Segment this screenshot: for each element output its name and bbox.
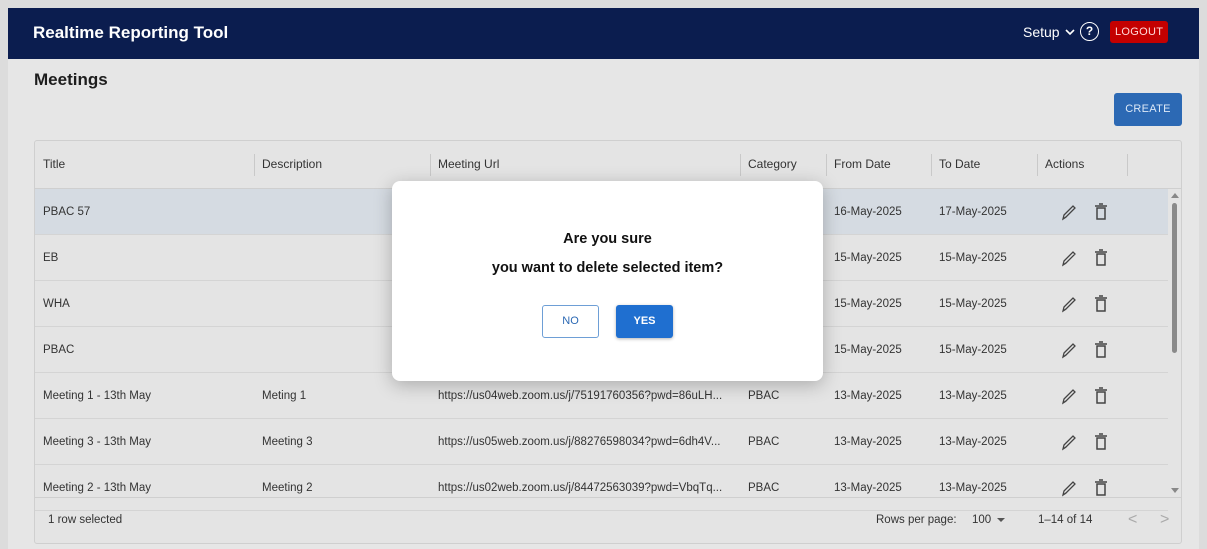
yes-button[interactable]: YES bbox=[616, 305, 673, 338]
no-button[interactable]: NO bbox=[542, 305, 599, 338]
modal-backdrop[interactable]: Are you sure you want to delete selected… bbox=[0, 0, 1207, 549]
delete-confirm-dialog: Are you sure you want to delete selected… bbox=[392, 181, 823, 381]
dialog-message-line-2: you want to delete selected item? bbox=[491, 260, 724, 276]
dialog-message-line-1: Are you sure bbox=[563, 231, 652, 247]
